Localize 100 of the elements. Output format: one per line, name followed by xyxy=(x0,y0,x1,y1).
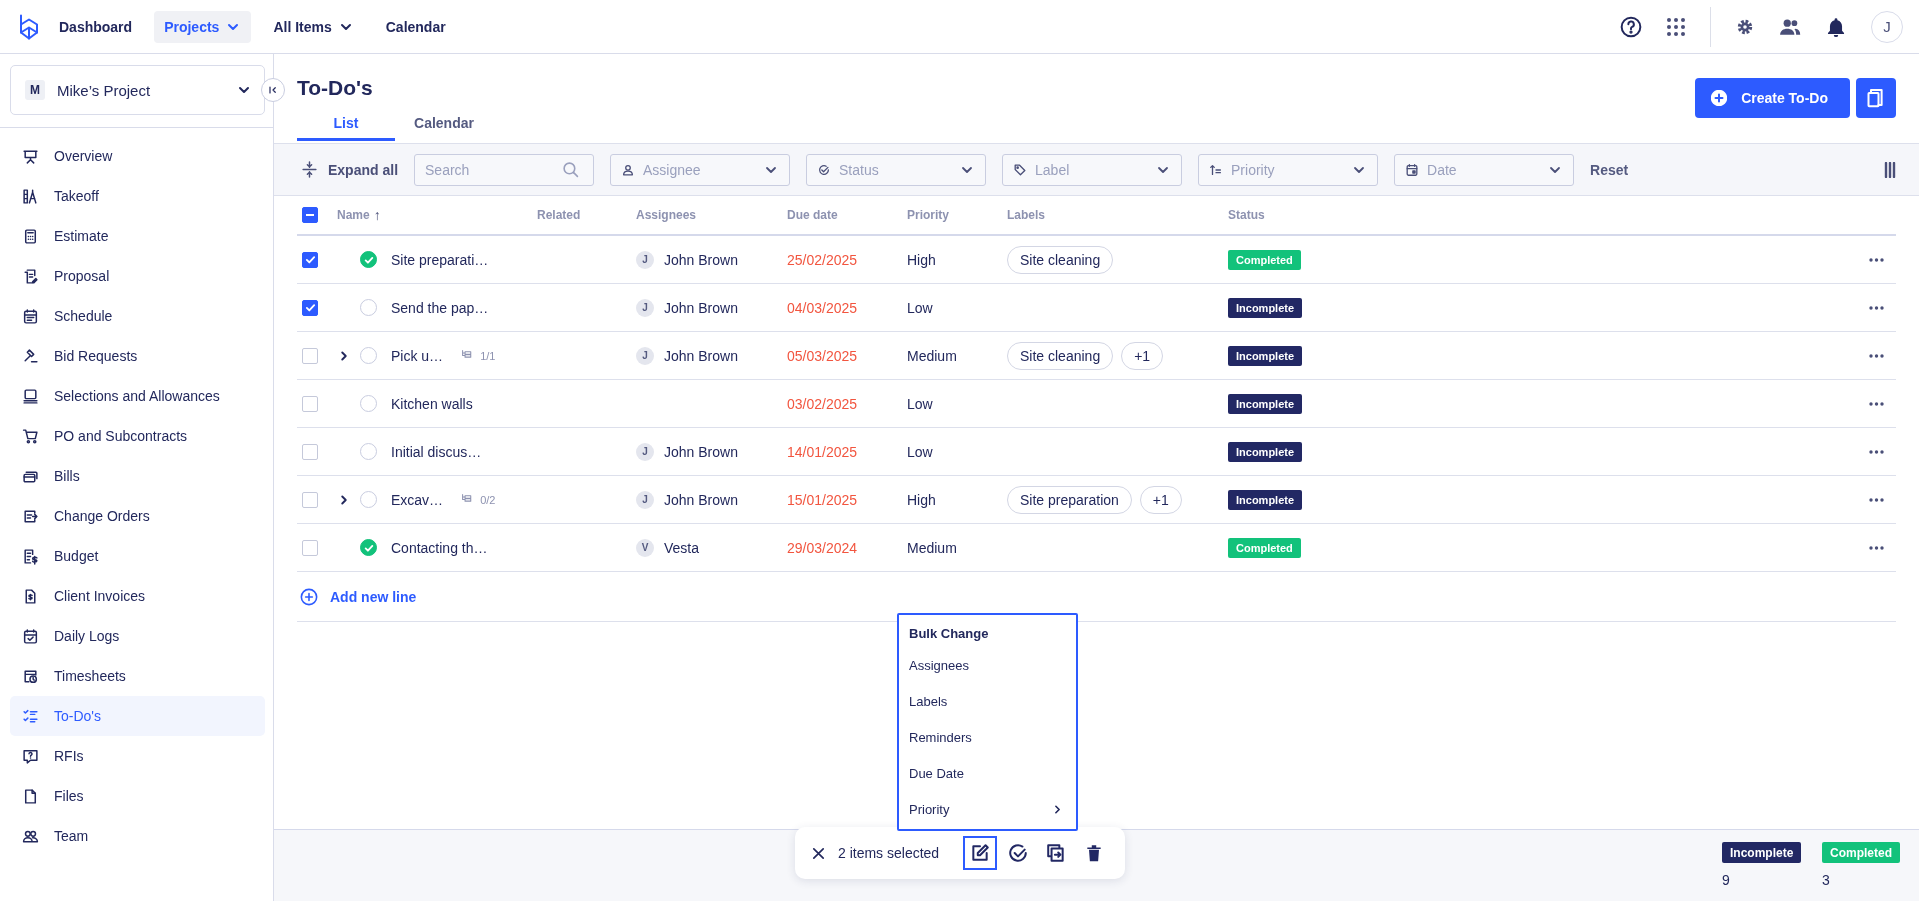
calculator-icon xyxy=(22,227,39,245)
checkbox[interactable] xyxy=(302,347,318,364)
assignee-name: John Brown xyxy=(664,443,738,460)
more-icon[interactable] xyxy=(1868,449,1884,454)
status-badge: Incomplete xyxy=(1722,842,1802,863)
checklist-icon xyxy=(22,707,39,725)
sidebar-item[interactable]: Takeoff xyxy=(10,176,265,216)
assignee-name: John Brown xyxy=(664,251,738,268)
bell-icon[interactable] xyxy=(1825,15,1847,38)
chat-question-icon xyxy=(22,747,39,765)
due-date: 03/02/2025 xyxy=(787,395,858,412)
sidebar-item[interactable]: Files xyxy=(10,776,265,816)
task-name[interactable]: Kitchen walls xyxy=(391,395,473,412)
task-name[interactable]: Pick u… xyxy=(391,347,444,364)
select-all-checkbox[interactable] xyxy=(302,207,318,223)
sidebar-item[interactable]: Proposal xyxy=(10,256,265,296)
task-name[interactable]: Excav… xyxy=(391,491,444,508)
checkbox[interactable] xyxy=(302,491,318,508)
copy-button[interactable] xyxy=(1856,78,1896,118)
complete-toggle[interactable] xyxy=(360,539,377,556)
checkbox[interactable] xyxy=(302,539,318,556)
more-icon[interactable] xyxy=(1868,353,1884,358)
due-date: 25/02/2025 xyxy=(787,251,858,268)
project-selector[interactable]: M Mike’s Project xyxy=(10,65,265,115)
plus-circle-icon xyxy=(300,587,318,606)
help-icon[interactable] xyxy=(1620,15,1642,38)
expand-icon xyxy=(301,161,318,178)
filter-input[interactable]: Assignee xyxy=(643,161,756,178)
nav-item[interactable]: Dashboard xyxy=(49,10,143,43)
more-icon[interactable] xyxy=(1868,305,1884,310)
filter-dropdown[interactable]: Assignee xyxy=(610,153,791,186)
create-button[interactable]: Create To-Do xyxy=(1695,78,1850,118)
filter-input[interactable]: Date xyxy=(1427,161,1540,178)
task-name[interactable]: Send the pap… xyxy=(391,299,489,316)
filter-dropdown[interactable]: Status xyxy=(806,153,987,186)
menu-item[interactable]: Assignees xyxy=(899,647,1076,683)
nav-item[interactable]: Calendar xyxy=(375,10,456,43)
task-name[interactable]: Site preparati… xyxy=(391,251,489,268)
checkbox[interactable] xyxy=(302,395,318,412)
nav-item[interactable]: Projects xyxy=(154,10,252,43)
edit-button[interactable] xyxy=(963,836,998,870)
menu-item[interactable]: Labels xyxy=(899,683,1076,719)
calendar-icon xyxy=(22,307,39,325)
sidebar-item[interactable]: RFIs xyxy=(10,736,265,776)
checkbox[interactable] xyxy=(302,251,318,268)
sidebar-item[interactable]: Estimate xyxy=(10,216,265,256)
more-icon[interactable] xyxy=(1868,401,1884,406)
search-input[interactable]: Search xyxy=(425,161,555,178)
reset-button[interactable]: Reset xyxy=(1590,161,1629,178)
search-field[interactable]: Search xyxy=(414,153,595,186)
cart-icon xyxy=(22,427,39,445)
filter-dropdown[interactable]: Label xyxy=(1002,153,1183,186)
complete-toggle[interactable] xyxy=(360,251,377,268)
sidebar-item[interactable]: Selections and Allowances xyxy=(10,376,265,416)
sidebar-item[interactable]: Timesheets xyxy=(10,656,265,696)
sidebar-item[interactable]: Bills xyxy=(10,456,265,496)
sidebar-item[interactable]: Daily Logs xyxy=(10,616,265,656)
filter-dropdown[interactable]: Date xyxy=(1394,153,1575,186)
sidebar-item[interactable]: Budget xyxy=(10,536,265,576)
sidebar-item[interactable]: Team xyxy=(10,816,265,856)
sidebar-item[interactable]: Client Invoices xyxy=(10,576,265,616)
apps-grid-icon[interactable] xyxy=(1666,16,1686,37)
calendar-icon xyxy=(1405,162,1420,177)
document-pen-icon xyxy=(22,267,39,285)
menu-item[interactable]: Due Date xyxy=(899,755,1076,791)
add-line-button[interactable]: Add new line xyxy=(300,587,417,606)
filter-input[interactable]: Label xyxy=(1035,161,1148,178)
checkbox[interactable] xyxy=(302,299,318,316)
more-icon[interactable] xyxy=(1868,497,1884,502)
task-name[interactable]: Initial discus… xyxy=(391,443,482,460)
sidebar-item[interactable]: To-Do's xyxy=(10,696,265,736)
close-button[interactable] xyxy=(811,845,826,861)
sort-arrow[interactable]: ↑ xyxy=(373,207,381,223)
collapse-button[interactable] xyxy=(261,78,285,102)
more-icon[interactable] xyxy=(1868,545,1884,550)
expand-all-button[interactable]: Expand all xyxy=(301,161,399,178)
sidebar-item[interactable]: Bid Requests xyxy=(10,336,265,376)
nav-item[interactable]: All Items xyxy=(263,10,364,43)
filter-input[interactable]: Priority xyxy=(1231,161,1344,178)
assignee-name: John Brown xyxy=(664,299,738,316)
tab[interactable]: Calendar xyxy=(395,108,493,141)
close-icon xyxy=(811,845,826,861)
sidebar-item[interactable]: Overview xyxy=(10,136,265,176)
menu-item[interactable]: Reminders xyxy=(899,719,1076,755)
sidebar-item[interactable]: Schedule xyxy=(10,296,265,336)
filter-dropdown[interactable]: Priority xyxy=(1198,153,1379,186)
filter-input[interactable]: Status xyxy=(839,161,952,178)
calendar-check-icon xyxy=(22,627,39,645)
columns-icon[interactable] xyxy=(1884,161,1896,178)
task-name[interactable]: Contacting th… xyxy=(391,539,488,556)
sort-priority-icon xyxy=(1209,162,1224,177)
menu-item[interactable]: Priority xyxy=(899,791,1076,827)
check-icon xyxy=(363,542,374,553)
sidebar-item[interactable]: Change Orders xyxy=(10,496,265,536)
duplicate-icon xyxy=(1046,843,1067,863)
status-badge: Incomplete xyxy=(1228,345,1303,366)
more-icon[interactable] xyxy=(1868,257,1884,262)
sidebar-item[interactable]: PO and Subcontracts xyxy=(10,416,265,456)
logo-icon[interactable] xyxy=(18,12,40,41)
checkbox[interactable] xyxy=(302,443,318,460)
